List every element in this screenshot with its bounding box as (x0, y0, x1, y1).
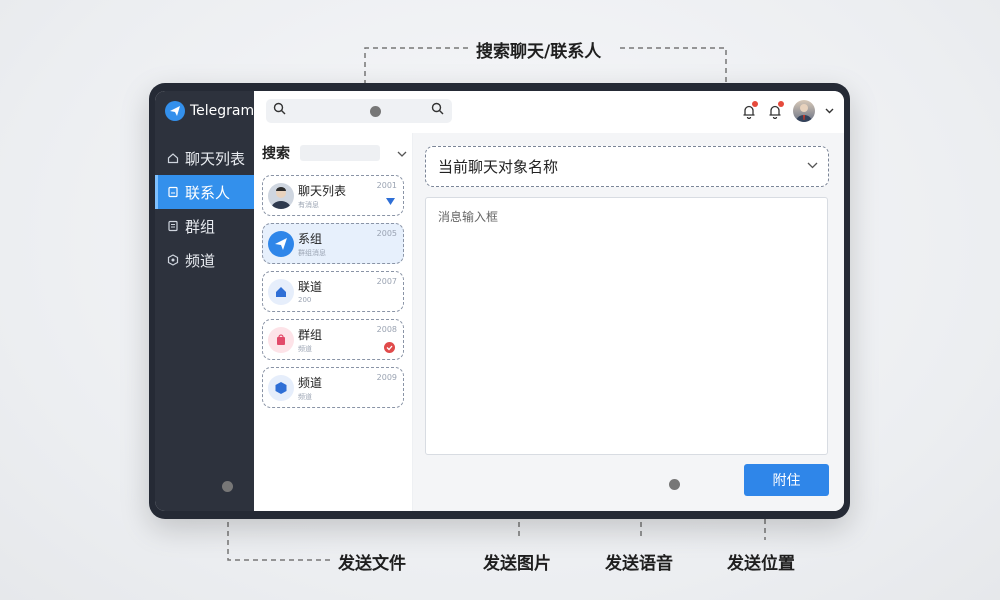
callout-send-voice: 发送语音 (605, 554, 673, 574)
chat-subtitle: 200 (298, 296, 312, 304)
list-filter-field[interactable] (300, 145, 380, 161)
chat-subtitle: 有消息 (298, 201, 319, 209)
chat-list-item[interactable]: 联道 200 2007 (262, 271, 404, 312)
paper-plane-icon (268, 231, 294, 257)
sidebar-item-contacts[interactable]: 联系人 (155, 175, 254, 209)
sidebar-item-label: 聊天列表 (185, 149, 246, 168)
triangle-down-icon (386, 198, 395, 208)
chat-time: 2007 (376, 277, 397, 286)
search-icon[interactable] (431, 102, 444, 119)
sidebar-item-channels[interactable]: 频道 (155, 243, 254, 277)
callout-send-file: 发送文件 (338, 554, 406, 574)
sidebar-item-label: 联系人 (185, 183, 231, 202)
callout-send-image: 发送图片 (483, 554, 551, 574)
document-icon (167, 220, 179, 232)
chat-list-item[interactable]: 系组 群组消息 2005 (262, 223, 404, 264)
chat-list-item[interactable]: 群组 频道 2008 (262, 319, 404, 360)
topbar (254, 91, 844, 134)
search-icon (273, 102, 286, 119)
chat-subtitle: 频道 (298, 393, 312, 401)
search-input[interactable] (266, 99, 452, 123)
chat-subtitle: 群组消息 (298, 249, 326, 257)
chat-time: 2001 (376, 181, 397, 190)
callout-search: 搜索聊天/联系人 (476, 42, 602, 62)
list-search-header[interactable]: 搜索 (262, 143, 407, 163)
sidebar-item-groups[interactable]: 群组 (155, 209, 254, 243)
house-icon (268, 279, 294, 305)
search-marker (370, 106, 381, 117)
chat-list-pane: 搜索 聊天列表 有消息 2001 系组 群组消息 2005 联道 200 200… (254, 133, 413, 511)
chat-list-item[interactable]: 聊天列表 有消息 2001 (262, 175, 404, 216)
chat-subtitle: 频道 (298, 345, 312, 353)
bell-icon[interactable] (767, 101, 784, 121)
contact-card-icon (167, 186, 179, 198)
message-input[interactable]: 消息输入框 (425, 197, 828, 455)
chat-time: 2008 (376, 325, 397, 334)
list-search-label: 搜索 (262, 146, 290, 162)
topbar-actions (741, 100, 834, 122)
conversation-header[interactable]: 当前聊天对象名称 (425, 146, 829, 187)
sidebar-nav: 聊天列表 联系人 群组 频道 (155, 141, 254, 277)
brand: Telegram (165, 101, 254, 121)
chat-title: 系组 (298, 232, 323, 246)
chat-title: 频道 (298, 376, 323, 390)
app-window: Telegram 聊天列表 联系人 群组 频道 搜索 聊天列表 有消息 2001… (149, 83, 850, 519)
conversation-pane: 当前聊天对象名称 消息输入框 附住 (413, 133, 844, 511)
shopping-bag-icon (268, 327, 294, 353)
chat-list-item[interactable]: 频道 频道 2009 (262, 367, 404, 408)
conversation-title: 当前聊天对象名称 (438, 158, 559, 176)
callout-send-location: 发送位置 (727, 554, 795, 574)
bell-icon[interactable] (741, 101, 758, 121)
chat-title: 联道 (298, 280, 323, 294)
chat-title: 聊天列表 (298, 184, 347, 198)
chat-time: 2009 (376, 373, 397, 382)
chevron-down-icon[interactable] (397, 147, 407, 160)
chevron-down-icon[interactable] (807, 158, 818, 172)
app-name: Telegram (190, 103, 255, 119)
sidebar-item-label: 群组 (185, 217, 216, 236)
sidebar-item-chat-list[interactable]: 聊天列表 (155, 141, 254, 175)
hexagon-icon (167, 254, 179, 266)
chevron-down-icon[interactable] (825, 106, 834, 117)
home-icon (167, 152, 179, 164)
app-screen: Telegram 聊天列表 联系人 群组 频道 搜索 聊天列表 有消息 2001… (155, 91, 844, 511)
avatar[interactable] (793, 100, 815, 122)
send-image-marker (669, 479, 680, 490)
notification-badge (752, 101, 758, 107)
avatar (268, 183, 294, 209)
chat-title: 群组 (298, 328, 323, 342)
message-placeholder: 消息输入框 (438, 210, 499, 224)
sidebar-item-label: 频道 (185, 251, 216, 270)
hexagon-icon (268, 375, 294, 401)
send-file-marker (222, 481, 233, 492)
check-circle-icon (384, 342, 395, 356)
chat-time: 2005 (376, 229, 397, 238)
paper-plane-icon (165, 101, 185, 121)
notification-badge (778, 101, 784, 107)
attach-button[interactable]: 附住 (744, 464, 829, 496)
sidebar: Telegram 聊天列表 联系人 群组 频道 (155, 91, 254, 511)
